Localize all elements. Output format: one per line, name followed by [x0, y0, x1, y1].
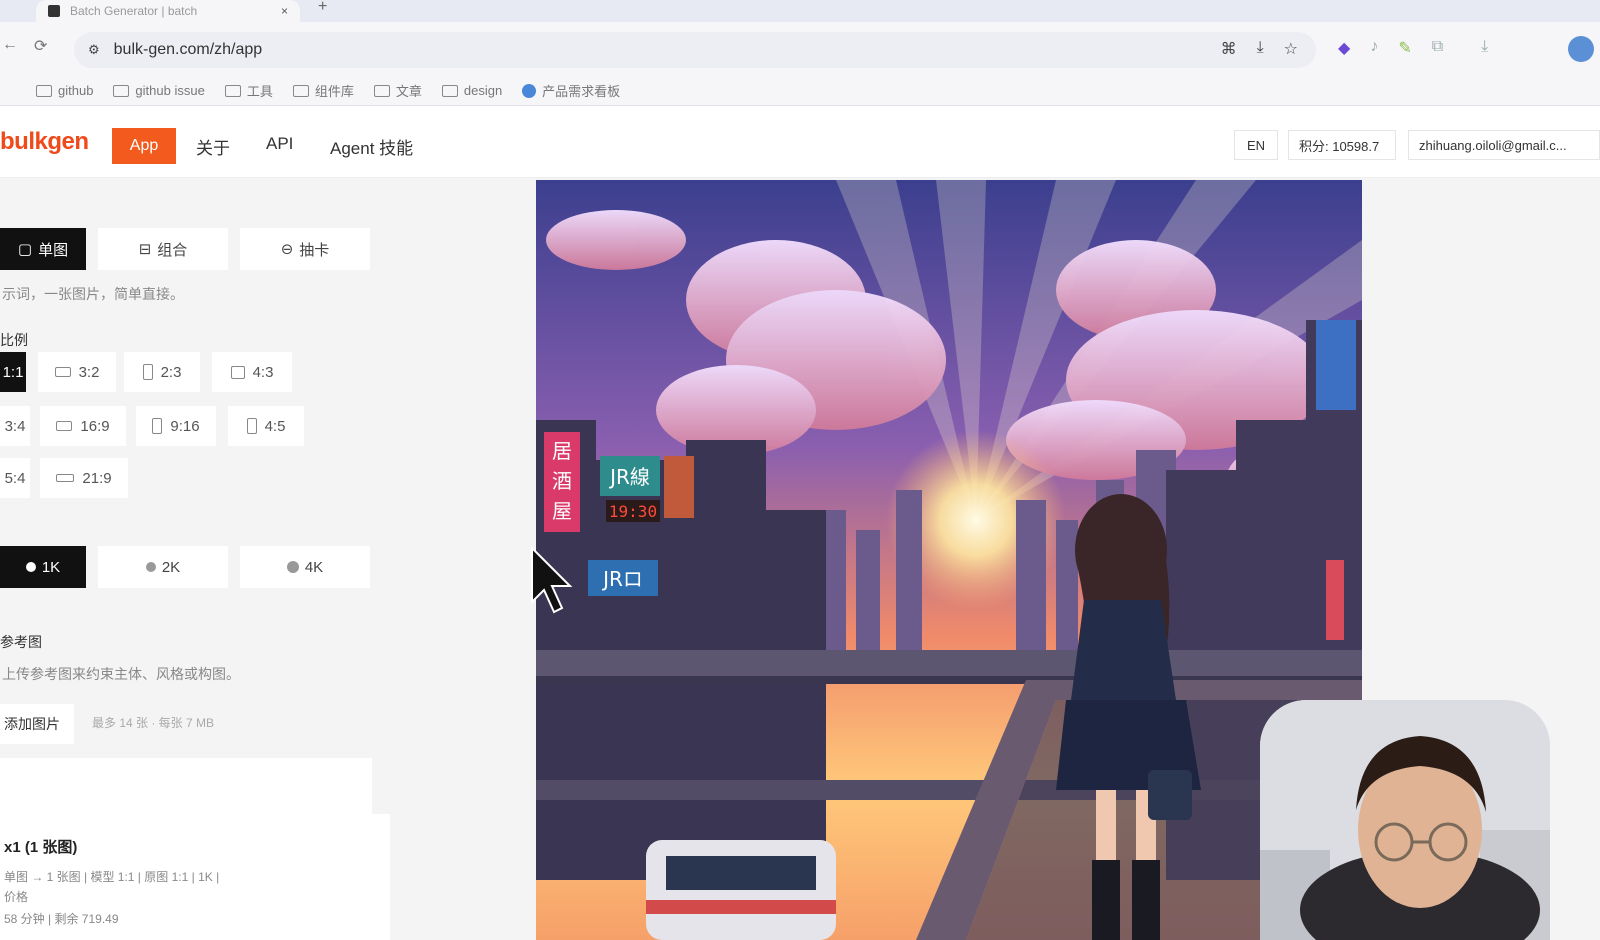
app-header: bulkgen App 关于 API Agent 技能 EN 积分: 10598…: [0, 106, 1600, 178]
reference-label: 参考图: [0, 634, 42, 650]
generation-summary: x1 (1 张图) 单图 → 1 张图 | 模型 1:1 | 原图 1:1 | …: [0, 814, 390, 940]
izakaya-sign-char: 居: [552, 439, 572, 463]
ratio-4-5-button[interactable]: 4:5: [228, 406, 304, 446]
extension-icon[interactable]: ✎: [1398, 38, 1411, 58]
bookmark-components[interactable]: 组件库: [292, 81, 354, 100]
summary-line: 价格: [4, 890, 29, 904]
dot-icon: [25, 562, 36, 572]
generated-image[interactable]: 居 酒 屋 JR線 19:30 JRロ: [536, 180, 1362, 940]
summary-title: x1 (1 张图): [4, 839, 78, 856]
dice-icon: ⊖: [280, 241, 294, 258]
extensions-puzzle-icon[interactable]: ⧉: [1432, 38, 1443, 58]
mode-draw-button[interactable]: ⊖ 抽卡: [240, 228, 370, 270]
grid-icon: ⊟: [138, 241, 152, 258]
bookmark-github[interactable]: github: [36, 83, 93, 98]
reference-hint: 上传参考图来约束主体、风格或构图。: [2, 666, 240, 682]
add-image-button[interactable]: 添加图片: [0, 704, 74, 744]
back-icon[interactable]: ←: [2, 36, 18, 54]
ratio-2-3-button[interactable]: 2:3: [124, 352, 200, 392]
bookmark-star-icon[interactable]: ☆: [1284, 39, 1298, 59]
folder-icon: [292, 84, 309, 97]
extension-icon[interactable]: ♪: [1370, 38, 1378, 58]
wide-ratio-icon: [56, 474, 75, 482]
portrait-ratio-icon: [246, 418, 257, 434]
landscape-ratio-icon: [54, 367, 71, 377]
ratio-3-2-button[interactable]: 3:2: [38, 352, 116, 392]
bookmark-tools[interactable]: 工具: [224, 81, 273, 100]
translate-icon[interactable]: ⌘: [1221, 39, 1237, 59]
folder-icon: [441, 84, 458, 97]
ratio-16-9-button[interactable]: 16:9: [40, 406, 126, 446]
ratio-3-4-button[interactable]: 3:4: [0, 406, 30, 446]
extension-icon[interactable]: ◆: [1338, 38, 1350, 58]
browser-tab[interactable]: Batch Generator | batch ×: [36, 0, 300, 22]
izakaya-sign-char: 酒: [552, 469, 572, 493]
dot-icon: [286, 561, 299, 573]
resolution-1k-button[interactable]: 1K: [0, 546, 86, 588]
landscape-ratio-icon: [56, 421, 73, 431]
ratio-21-9-button[interactable]: 21:9: [40, 458, 128, 498]
portrait-ratio-icon: [152, 418, 163, 434]
browser-toolbar: ← ⟳ ⚙ bulk-gen.com/zh/app ⌘ ⤓ ☆ ◆ ♪ ✎ ⧉ …: [0, 22, 1600, 76]
folder-icon: [36, 84, 52, 97]
tab-close-icon[interactable]: ×: [281, 4, 288, 18]
jr-sign: JR線: [608, 465, 650, 489]
resolution-4k-button[interactable]: 4K: [240, 546, 370, 588]
prompt-input[interactable]: [0, 758, 372, 814]
summary-line: 58 分钟 | 剩余 719.49: [4, 912, 119, 926]
portrait-ratio-icon: [142, 364, 153, 380]
nav-app-button[interactable]: App: [112, 128, 176, 164]
install-app-icon[interactable]: ⤓: [1257, 39, 1264, 59]
ratio-5-4-button[interactable]: 5:4: [0, 458, 30, 498]
download-icon[interactable]: ⤓: [1481, 38, 1488, 58]
folder-icon: [224, 84, 241, 97]
mode-hint: 示词，一张图片，简单直接。: [2, 286, 184, 302]
bookmark-product-board[interactable]: 产品需求看板: [522, 81, 620, 100]
account-menu[interactable]: zhihuang.oiloli@gmail.c...: [1408, 130, 1600, 160]
points-badge: 积分: 10598.7: [1288, 130, 1396, 160]
language-toggle[interactable]: EN: [1234, 130, 1278, 160]
profile-avatar[interactable]: [1568, 36, 1594, 62]
image-icon: ▢: [17, 241, 33, 258]
bookmark-github-issue[interactable]: github issue: [113, 83, 205, 98]
url-text: bulk-gen.com/zh/app: [113, 41, 263, 58]
address-bar[interactable]: ⚙ bulk-gen.com/zh/app ⌘ ⤓ ☆: [74, 32, 1316, 68]
upload-limit: 最多 14 张 · 每张 7 MB: [92, 716, 215, 730]
app-logo[interactable]: bulkgen: [0, 128, 89, 156]
summary-line: 单图 → 1 张图 | 模型 1:1 | 原图 1:1 | 1K |: [4, 870, 220, 884]
folder-icon: [113, 84, 130, 97]
ratio-1-1-button[interactable]: 1:1: [0, 352, 26, 392]
folder-icon: [373, 84, 390, 97]
site-settings-icon[interactable]: ⚙: [88, 42, 100, 58]
bookmark-design[interactable]: design: [441, 83, 502, 98]
webcam-overlay: [1260, 700, 1550, 940]
reload-icon[interactable]: ⟳: [34, 36, 47, 56]
globe-icon: [522, 83, 537, 98]
clock-sign: 19:30: [609, 502, 657, 521]
ratio-4-3-button[interactable]: 4:3: [212, 352, 292, 392]
dot-icon: [145, 562, 156, 572]
ratio-9-16-button[interactable]: 9:16: [136, 406, 216, 446]
bookmark-articles[interactable]: 文章: [373, 81, 422, 100]
favicon-icon: [48, 5, 60, 17]
nav-agent-link[interactable]: Agent 技能: [330, 134, 413, 159]
izakaya-sign-char: 屋: [552, 499, 572, 523]
bookmarks-bar: github github issue 工具 组件库 文章 design 产品需…: [0, 76, 1600, 106]
nav-api-link[interactable]: API: [266, 134, 293, 154]
mouse-cursor-icon: [530, 545, 574, 621]
settings-panel: ▢ 单图 ⊟ 组合 ⊖ 抽卡 示词，一张图片，简单直接。 比例 1:1 3:2 2:3…: [0, 178, 390, 940]
resolution-2k-button[interactable]: 2K: [98, 546, 228, 588]
browser-tab-strip: Batch Generator | batch × +: [0, 0, 1600, 22]
jr-station-sign: JRロ: [601, 567, 643, 591]
tab-title: Batch Generator | batch: [70, 4, 198, 18]
square-ratio-icon: [230, 365, 245, 379]
ratio-label: 比例: [0, 332, 28, 348]
mode-single-button[interactable]: ▢ 单图: [0, 228, 86, 270]
nav-about-link[interactable]: 关于: [196, 134, 230, 159]
new-tab-button[interactable]: +: [318, 0, 327, 16]
mode-combo-button[interactable]: ⊟ 组合: [98, 228, 228, 270]
